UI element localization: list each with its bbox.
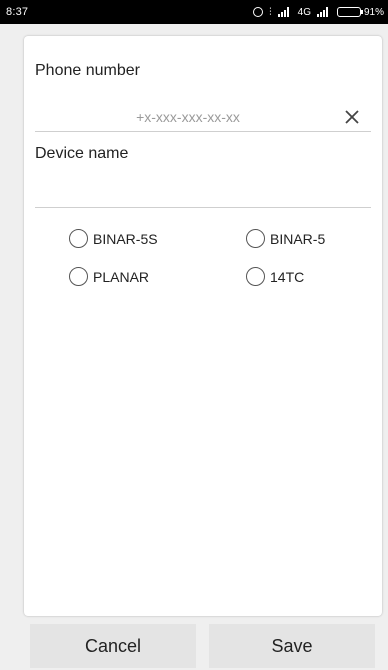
close-icon[interactable] [345, 110, 359, 124]
alarm-icon [253, 7, 264, 17]
radio-label: PLANAR [93, 268, 150, 285]
radio-binar-5[interactable]: BINAR-5 [246, 229, 325, 248]
radio-planar[interactable]: PLANAR [69, 267, 149, 286]
phone-label: Phone number [35, 62, 140, 79]
status-icons: ⫶ 4G 91% [253, 7, 384, 18]
device-name-input[interactable] [35, 180, 371, 208]
signal-icon [316, 7, 331, 17]
status-bar: 8:37 ⫶ 4G 91% [0, 0, 388, 24]
battery-percent: 91% [363, 6, 384, 18]
network-type: 4G [297, 6, 311, 18]
status-time: 8:37 [6, 6, 29, 18]
radio-binar-5s[interactable]: BINAR-5S [69, 229, 158, 248]
radio-button[interactable] [69, 267, 88, 286]
radio-14tc[interactable]: 14TC [246, 267, 304, 286]
radio-button[interactable] [69, 229, 88, 248]
radio-button[interactable] [246, 267, 265, 286]
battery: 91% [336, 6, 384, 18]
phone-input[interactable] [35, 102, 371, 132]
radio-label: 14TC [270, 268, 305, 285]
radio-label: BINAR-5 [270, 230, 326, 247]
clear-phone-button[interactable] [342, 107, 362, 127]
vibrate-icon: ⫶ [269, 6, 272, 18]
device-name-label: Device name [35, 145, 129, 162]
battery-icon [336, 7, 363, 17]
signal-icon [277, 7, 292, 17]
add-device-card: Phone number Device name BINAR-5S BINAR-… [24, 36, 382, 616]
save-button[interactable]: Save [209, 624, 375, 668]
app-screen: 8:37 ⫶ 4G 91% Phone number Device name [0, 0, 388, 670]
radio-button[interactable] [246, 229, 265, 248]
cancel-button[interactable]: Cancel [30, 624, 196, 668]
radio-label: BINAR-5S [93, 230, 158, 247]
